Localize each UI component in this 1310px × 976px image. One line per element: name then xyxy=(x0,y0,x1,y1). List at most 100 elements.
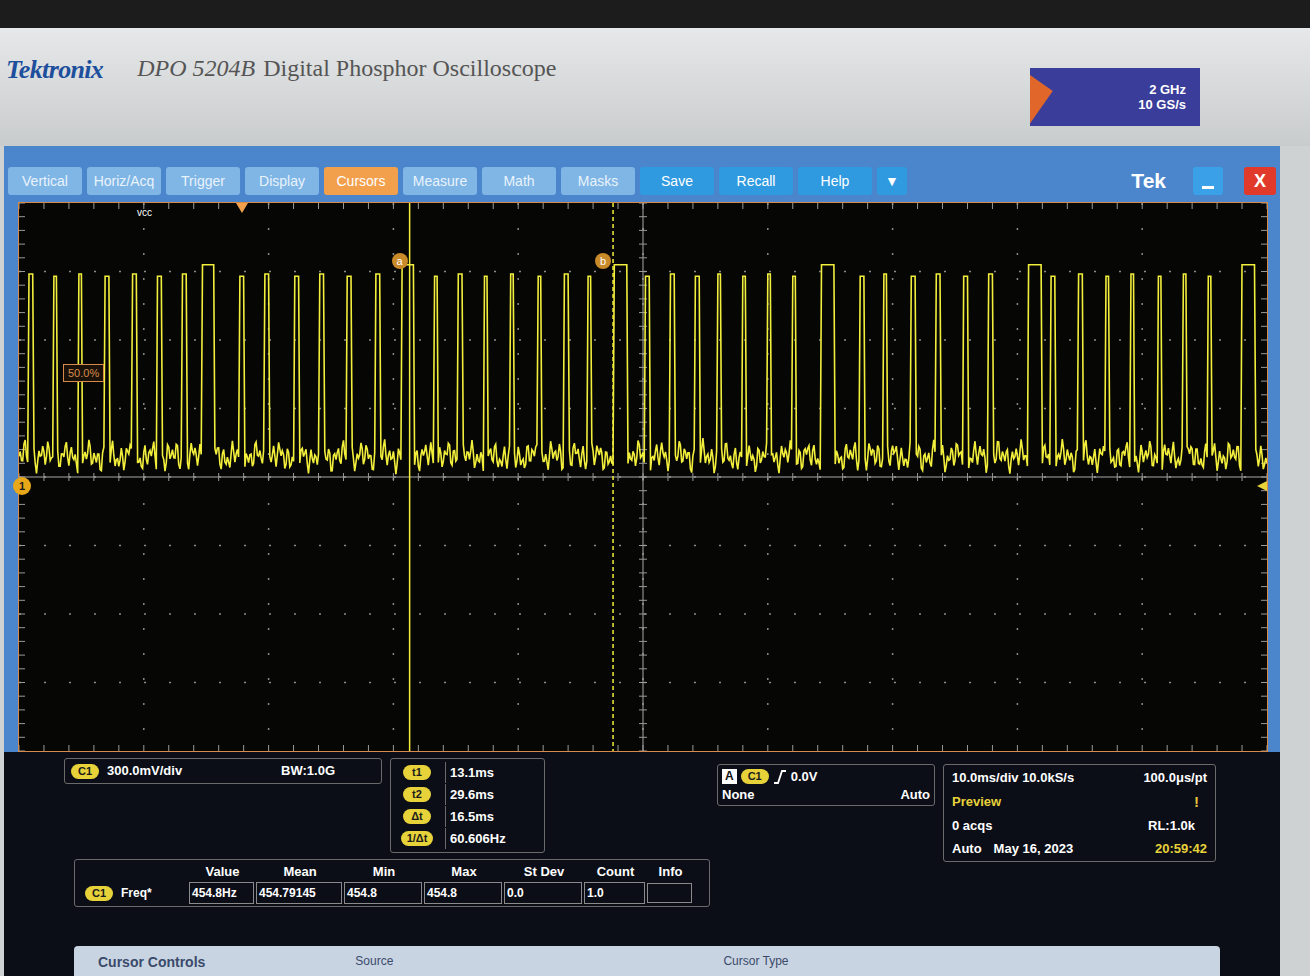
measurement-row[interactable]: C1Freq*454.8Hz454.79145454.8454.80.01.0 xyxy=(79,882,705,904)
front-bezel: Tektronix DPO 5204BDigital Phosphor Oscil… xyxy=(0,28,1310,146)
measurement-cell xyxy=(647,883,692,903)
date: May 16, 2023 xyxy=(994,839,1074,859)
spec-bandwidth: 2 GHz xyxy=(1149,82,1186,97)
cursor-badge: Δt xyxy=(403,809,431,824)
model-description: Digital Phosphor Oscilloscope xyxy=(263,50,556,86)
acquisition-mode: Auto xyxy=(952,839,982,859)
trigger-level-marker[interactable]: 50.0% xyxy=(63,364,104,382)
cursor-line[interactable] xyxy=(409,203,411,751)
brand-logo: Tektronix xyxy=(6,50,103,89)
column-header: Max xyxy=(424,862,504,882)
time: 20:59:42 xyxy=(1155,839,1207,859)
cursor-value: 60.606Hz xyxy=(445,828,506,849)
cursor-value: 13.1ms xyxy=(445,762,494,783)
channel-badge: C1 xyxy=(71,764,99,779)
trigger-readout[interactable]: A C1 0.0V None Auto xyxy=(717,764,935,806)
strip-label: Cursor Type xyxy=(723,952,788,970)
trigger-level: 0.0V xyxy=(791,767,818,787)
column-header: Min xyxy=(344,862,424,882)
measurement-source-badge: C1 xyxy=(85,886,113,901)
measurement-header: ValueMeanMinMaxSt DevCountInfo xyxy=(79,862,705,882)
menu-tab[interactable]: Save xyxy=(640,167,714,195)
menu-tab[interactable]: Horiz/Acq xyxy=(87,167,161,195)
menu-tab[interactable]: ▼ xyxy=(877,167,907,195)
menu-tab[interactable]: Recall xyxy=(719,167,793,195)
screen: VerticalHoriz/AcqTriggerDisplayCursorsMe… xyxy=(4,146,1280,976)
cursor-label[interactable]: b xyxy=(595,253,611,269)
graticule: vcc50.0%1ab xyxy=(18,202,1268,752)
measurement-cell: 454.8 xyxy=(344,882,422,904)
minimize-button[interactable] xyxy=(1193,167,1223,195)
readout-panels: C1 300.0mV/div BW:1.0G t1 13.1ms t2 29.6ms Δt 16… xyxy=(4,752,1280,907)
badge-stripe xyxy=(1030,68,1053,126)
cursor-readout-row: t1 13.1ms xyxy=(395,762,540,783)
graticule-grid xyxy=(19,203,1267,751)
trigger-position-icon xyxy=(236,203,248,213)
acquisition-count: 0 acqs xyxy=(952,816,992,836)
measurement-cell: 454.8Hz xyxy=(189,882,254,904)
horizontal-per-point: 100.0μs/pt xyxy=(1143,768,1207,788)
strip-label: Source xyxy=(355,952,393,970)
trigger-coupling: None xyxy=(722,787,755,803)
cursor-badge: 1/Δt xyxy=(401,831,434,846)
cursor-readout-row: 1/Δt 60.606Hz xyxy=(395,828,540,849)
cursor-label[interactable]: a xyxy=(392,253,408,269)
menu-tab[interactable]: Cursors xyxy=(324,167,398,195)
menu-tab[interactable]: Math xyxy=(482,167,556,195)
column-header: St Dev xyxy=(504,862,584,882)
column-header: Value xyxy=(189,862,256,882)
window-title: Tek xyxy=(1131,165,1188,197)
readout-area: C1 300.0mV/div BW:1.0G t1 13.1ms t2 29.6ms Δt 16… xyxy=(4,752,1280,976)
cursor-value: 29.6ms xyxy=(445,784,494,805)
measurement-cell: 454.8 xyxy=(424,882,502,904)
spec-rate: 10 GS/s xyxy=(1138,97,1186,112)
menu-tab[interactable]: Trigger xyxy=(166,167,240,195)
cursor-badge: t1 xyxy=(403,765,431,780)
cursor-value: 16.5ms xyxy=(445,806,494,827)
column-header: Info xyxy=(647,862,694,882)
cursor-line[interactable] xyxy=(612,203,614,751)
oscilloscope-photo: Tektronix DPO 5204BDigital Phosphor Oscil… xyxy=(0,0,1310,976)
measurement-table: ValueMeanMinMaxSt DevCountInfo C1 Freq* 454… xyxy=(74,859,710,907)
cursor-readout-row: Δt 16.5ms xyxy=(395,806,540,827)
channel-bandwidth: BW:1.0G xyxy=(281,761,375,781)
menu-tab[interactable]: Masks xyxy=(561,167,635,195)
menu-tab[interactable]: Display xyxy=(245,167,319,195)
menu-tab[interactable]: Vertical xyxy=(8,167,82,195)
waveform xyxy=(19,265,1267,474)
menu-bar: VerticalHoriz/AcqTriggerDisplayCursorsMe… xyxy=(4,164,1280,198)
close-button[interactable]: X xyxy=(1244,167,1276,195)
spec-badge: 2 GHz10 GS/s xyxy=(1030,68,1200,126)
minimize-icon xyxy=(1202,186,1214,189)
measurement-cell: 0.0 xyxy=(504,882,582,904)
horizontal-readout[interactable]: 10.0ms/div 10.0kS/s 100.0μs/pt Preview! 0 a… xyxy=(943,764,1216,862)
horizontal-scale: 10.0ms/div 10.0kS/s xyxy=(952,768,1074,788)
measurement-cell: 1.0 xyxy=(584,882,645,904)
column-header: Mean xyxy=(256,862,344,882)
measurement-cell: 454.79145 xyxy=(256,882,342,904)
strip-title: Cursor Controls xyxy=(98,952,205,973)
menu-tab[interactable]: Measure xyxy=(403,167,477,195)
channel-scale: 300.0mV/div xyxy=(107,761,182,781)
waveform-display xyxy=(19,203,1267,751)
monitor-top-edge xyxy=(0,0,1310,28)
cursor-badge: t2 xyxy=(403,787,431,802)
ground-marker[interactable]: 1 xyxy=(13,477,31,495)
trigger-mode: Auto xyxy=(900,787,930,803)
channel-readout[interactable]: C1 300.0mV/div BW:1.0G xyxy=(64,758,382,784)
column-header: Count xyxy=(584,862,647,882)
trigger-badge: A xyxy=(722,769,737,784)
cursor-readout-row: t2 29.6ms xyxy=(395,784,540,805)
warning-icon: ! xyxy=(1194,791,1207,814)
trigger-source-badge: C1 xyxy=(741,769,769,784)
left-readouts: C1 300.0mV/div BW:1.0G t1 13.1ms t2 29.6ms Δt 16… xyxy=(64,758,709,907)
rising-edge-icon xyxy=(773,769,787,785)
record-length: RL:1.0k xyxy=(1148,816,1207,836)
cursor-readout[interactable]: t1 13.1ms t2 29.6ms Δt 16.5ms 1/Δt 60.606Hz xyxy=(390,758,545,853)
model-name: DPO 5204B xyxy=(137,50,255,86)
channel-label: vcc xyxy=(137,205,152,220)
acquisition-state: Preview xyxy=(952,792,1001,812)
cursor-controls-strip: Cursor Controls Source Cursor Type xyxy=(74,946,1220,976)
menu-tab[interactable]: Help xyxy=(798,167,872,195)
measurement-name: Freq* xyxy=(121,883,152,903)
